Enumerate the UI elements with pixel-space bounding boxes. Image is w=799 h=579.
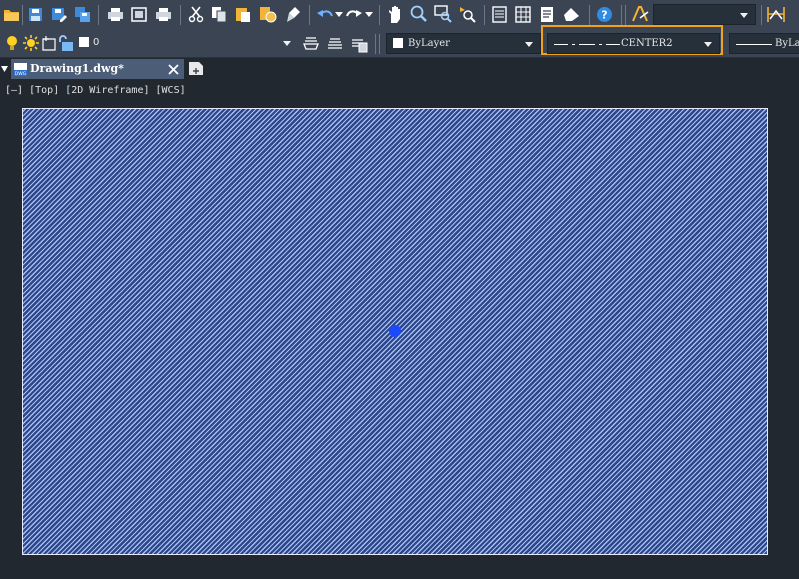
- separator: [621, 5, 622, 25]
- save-as-icon[interactable]: [51, 7, 67, 22]
- color-value: ByLayer: [408, 38, 450, 49]
- make-object-layer-current-icon[interactable]: [301, 34, 321, 52]
- zoom-window-icon[interactable]: [434, 5, 452, 23]
- color-dropdown[interactable]: ByLayer: [386, 33, 541, 54]
- layer-properties-toolbar: 0 ByLayer CENTER2 ByLa: [0, 25, 799, 58]
- markup-icon[interactable]: [563, 7, 581, 22]
- design-center-icon[interactable]: [515, 6, 531, 23]
- tab-list-dropdown-icon[interactable]: [1, 66, 8, 72]
- paste-icon[interactable]: [235, 6, 251, 23]
- copy-icon[interactable]: [211, 6, 227, 23]
- separator: [309, 5, 310, 25]
- properties-icon[interactable]: [492, 6, 507, 23]
- svg-text:?: ?: [601, 9, 607, 22]
- layer-on-icon[interactable]: [5, 35, 19, 52]
- print-icon[interactable]: [107, 7, 124, 22]
- text-style-icon[interactable]: [631, 5, 650, 24]
- hatch-grip[interactable]: [389, 325, 401, 337]
- cut-icon[interactable]: [188, 6, 204, 23]
- layer-unlock-icon[interactable]: [58, 34, 75, 52]
- separator: [379, 5, 380, 25]
- tab-drawing1[interactable]: DWG Drawing1.dwg*: [11, 59, 184, 79]
- plot-preview-icon[interactable]: [131, 7, 147, 22]
- color-swatch: [393, 38, 403, 48]
- lineweight-dropdown[interactable]: ByLa: [729, 33, 799, 54]
- tool-palettes-icon[interactable]: [540, 6, 555, 23]
- redo-dropdown-icon[interactable]: [365, 12, 373, 18]
- separator: [180, 5, 181, 25]
- matchprop-brush-icon[interactable]: [284, 5, 302, 23]
- dimension-style-icon[interactable]: [766, 5, 786, 24]
- open-icon[interactable]: [3, 7, 20, 22]
- layer-thaw-icon[interactable]: [22, 34, 40, 52]
- lineweight-value: ByLa: [775, 38, 799, 49]
- save-icon[interactable]: [28, 7, 43, 22]
- redo-icon[interactable]: [345, 7, 363, 22]
- undo-dropdown-icon[interactable]: [335, 12, 343, 18]
- dropdown-arrow-icon: [704, 42, 712, 47]
- publish-icon[interactable]: [155, 7, 172, 22]
- layer-viewport-icon[interactable]: [42, 35, 57, 51]
- separator: [484, 5, 485, 25]
- tab-label: Drawing1.dwg*: [30, 62, 124, 75]
- viewport-controls-label[interactable]: [—] [Top] [2D Wireframe] [WCS]: [5, 85, 186, 96]
- close-icon[interactable]: [168, 64, 179, 75]
- separator: [379, 34, 380, 54]
- save-all-icon[interactable]: [74, 6, 91, 23]
- dropdown-arrow-icon: [283, 41, 291, 46]
- layer-previous-icon[interactable]: [325, 34, 345, 52]
- dropdown-arrow-icon: [740, 13, 748, 18]
- separator: [22, 5, 23, 25]
- dropdown-arrow-icon: [525, 42, 533, 47]
- svg-text:DWG: DWG: [15, 71, 27, 77]
- layer-name: 0: [93, 37, 100, 48]
- new-tab-icon[interactable]: [188, 61, 205, 76]
- match-properties-icon[interactable]: [259, 5, 277, 23]
- layer-dropdown[interactable]: 0: [76, 33, 298, 54]
- undo-icon[interactable]: [316, 7, 334, 22]
- text-style-dropdown[interactable]: [653, 4, 756, 25]
- separator: [375, 34, 376, 54]
- linetype-dropdown[interactable]: CENTER2: [547, 33, 720, 54]
- linetype-value: CENTER2: [621, 38, 673, 49]
- layer-states-icon[interactable]: [349, 34, 369, 53]
- help-icon[interactable]: ?: [596, 6, 613, 23]
- linetype-preview: [554, 44, 620, 45]
- lineweight-preview: [736, 44, 772, 45]
- document-tab-bar: DWG Drawing1.dwg*: [0, 58, 799, 80]
- separator: [761, 5, 762, 25]
- separator: [589, 5, 590, 25]
- pan-icon[interactable]: [386, 5, 404, 24]
- zoom-realtime-icon[interactable]: [410, 5, 428, 23]
- zoom-previous-icon[interactable]: [458, 5, 476, 23]
- dwg-file-icon: DWG: [14, 63, 27, 77]
- separator: [625, 5, 626, 25]
- separator: [98, 5, 99, 25]
